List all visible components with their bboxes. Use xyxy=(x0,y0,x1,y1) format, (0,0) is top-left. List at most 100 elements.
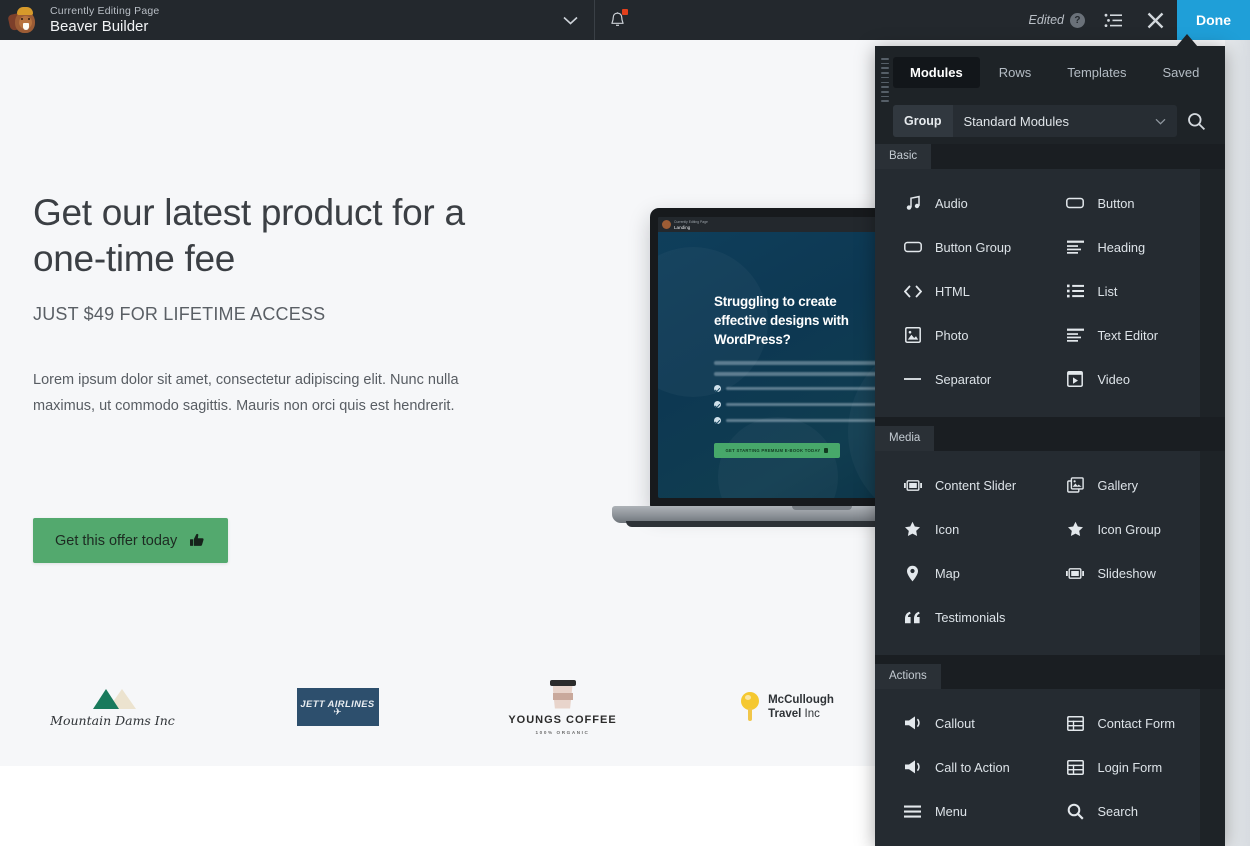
mockup-editing-title: Landing xyxy=(674,224,691,230)
tab-saved[interactable]: Saved xyxy=(1146,57,1217,88)
client-logo-name: Mountain Dams Inc xyxy=(50,712,175,728)
check-circle-icon xyxy=(714,417,721,424)
client-logo: McCullough Travel Inc xyxy=(675,692,900,722)
client-logo-name3: Inc xyxy=(804,708,820,720)
heading-lines-icon xyxy=(1066,240,1085,254)
module-login-form[interactable]: Login Form xyxy=(1038,745,1201,789)
module-map[interactable]: Map xyxy=(875,551,1038,595)
page-right-edge xyxy=(1225,40,1250,846)
cta-label: Get this offer today xyxy=(55,532,178,549)
module-label: Map xyxy=(935,565,960,581)
hamburger-menu-icon xyxy=(903,805,922,818)
map-pin-icon xyxy=(741,692,760,722)
module-label: Login Form xyxy=(1097,759,1163,775)
module-menu[interactable]: Menu xyxy=(875,789,1038,833)
module-label: Heading xyxy=(1097,239,1146,255)
module-text-editor[interactable]: Text Editor xyxy=(1038,313,1201,357)
module-label: Separator xyxy=(935,371,992,387)
module-label: Video xyxy=(1097,371,1131,387)
button-rect-icon xyxy=(903,241,922,253)
mockup-heading: Struggling to create effective designs w… xyxy=(714,294,849,347)
module-html[interactable]: HTML xyxy=(875,269,1038,313)
chevron-down-icon[interactable] xyxy=(1155,118,1177,125)
gallery-stack-icon xyxy=(1066,477,1085,493)
close-x-icon[interactable] xyxy=(1135,0,1177,40)
section-title: Actions xyxy=(875,664,941,689)
module-label: HTML xyxy=(935,283,970,299)
module-testimonials[interactable]: Testimonials xyxy=(875,595,1038,639)
group-value: Standard Modules xyxy=(963,113,1070,129)
music-note-icon xyxy=(903,195,922,211)
group-filter-row: Group Standard Modules xyxy=(875,98,1225,144)
section-modules: Callout Contact Form Call to Action Logi… xyxy=(875,689,1200,846)
module-icon[interactable]: Icon xyxy=(875,507,1038,551)
module-gallery[interactable]: Gallery xyxy=(1038,463,1201,507)
check-circle-icon xyxy=(714,385,721,392)
hero-text-block: Get our latest product for a one-time fe… xyxy=(33,190,533,419)
module-label: Slideshow xyxy=(1097,565,1156,581)
help-question-icon[interactable]: ? xyxy=(1069,12,1085,28)
module-label: Gallery xyxy=(1097,477,1139,493)
module-content-slider[interactable]: Content Slider xyxy=(875,463,1038,507)
edited-label: Edited xyxy=(1028,13,1064,27)
horizontal-rule-icon xyxy=(903,377,922,381)
module-list[interactable]: List xyxy=(1038,269,1201,313)
module-button-group[interactable]: Button Group xyxy=(875,225,1038,269)
coffee-cup-icon xyxy=(549,679,576,710)
module-video[interactable]: Video xyxy=(1038,357,1201,401)
module-search[interactable]: Search xyxy=(1038,789,1201,833)
module-heading[interactable]: Heading xyxy=(1038,225,1201,269)
module-icon-group[interactable]: Icon Group xyxy=(1038,507,1201,551)
editing-label: Currently Editing Page xyxy=(50,5,160,17)
map-pin-icon xyxy=(903,565,922,582)
section-title: Basic xyxy=(875,144,932,169)
module-label: Content Slider xyxy=(935,477,1017,493)
video-film-icon xyxy=(1066,371,1085,387)
check-circle-icon xyxy=(714,401,721,408)
module-label: Search xyxy=(1097,803,1139,819)
module-photo[interactable]: Photo xyxy=(875,313,1038,357)
notification-dot xyxy=(621,9,628,15)
beaver-logo-icon xyxy=(662,220,671,229)
module-callout[interactable]: Callout xyxy=(875,701,1038,745)
module-button[interactable]: Button xyxy=(1038,181,1201,225)
client-logo: Mountain Dams Inc xyxy=(0,687,225,728)
tab-templates[interactable]: Templates xyxy=(1050,57,1143,88)
module-label: Icon xyxy=(935,521,960,537)
search-icon[interactable] xyxy=(1177,112,1215,131)
module-call-to-action[interactable]: Call to Action xyxy=(875,745,1038,789)
module-label: Icon Group xyxy=(1097,521,1161,537)
drag-grip-icon[interactable] xyxy=(881,58,889,102)
chevron-down-icon[interactable] xyxy=(548,0,594,40)
page-title: Get our latest product for a one-time fe… xyxy=(33,192,465,279)
hero-paragraph: Lorem ipsum dolor sit amet, consectetur … xyxy=(33,372,459,414)
group-select[interactable]: Group Standard Modules xyxy=(893,105,1177,137)
code-brackets-icon xyxy=(903,285,922,298)
client-logo: YOUNGS COFFEE 100% ORGANIC xyxy=(450,679,675,735)
airplane-icon: JETT AIRLINES ✈ xyxy=(296,688,379,726)
module-label: List xyxy=(1097,283,1118,299)
module-subscribe-form[interactable]: Subscribe Form xyxy=(875,833,1038,846)
get-offer-button[interactable]: Get this offer today xyxy=(33,518,229,563)
editor-root: Currently Editing Page Beaver Builder Ed… xyxy=(0,0,1250,846)
tab-rows[interactable]: Rows xyxy=(982,57,1049,88)
module-contact-form[interactable]: Contact Form xyxy=(1038,701,1201,745)
module-label: Button Group xyxy=(935,239,1012,255)
table-form-icon xyxy=(1066,759,1085,775)
module-separator[interactable]: Separator xyxy=(875,357,1038,401)
currently-editing-block[interactable]: Currently Editing Page Beaver Builder xyxy=(44,0,159,40)
notification-bell-icon[interactable] xyxy=(595,0,641,40)
bullet-list-icon xyxy=(1066,284,1085,298)
book-icon xyxy=(824,448,829,453)
module-audio[interactable]: Audio xyxy=(875,181,1038,225)
beaver-logo-icon[interactable] xyxy=(0,0,44,40)
module-slideshow[interactable]: Slideshow xyxy=(1038,551,1201,595)
admin-bar: Currently Editing Page Beaver Builder Ed… xyxy=(0,0,1250,40)
module-label: Menu xyxy=(935,803,968,819)
panel-tabs: Modules Rows Templates Saved xyxy=(875,46,1225,98)
tab-modules[interactable]: Modules xyxy=(893,56,980,88)
hero-subheading: JUST $49 FOR LIFETIME ACCESS xyxy=(33,304,326,324)
group-label: Group xyxy=(893,105,953,137)
table-form-icon xyxy=(1066,715,1085,731)
outline-list-icon[interactable] xyxy=(1093,0,1135,40)
